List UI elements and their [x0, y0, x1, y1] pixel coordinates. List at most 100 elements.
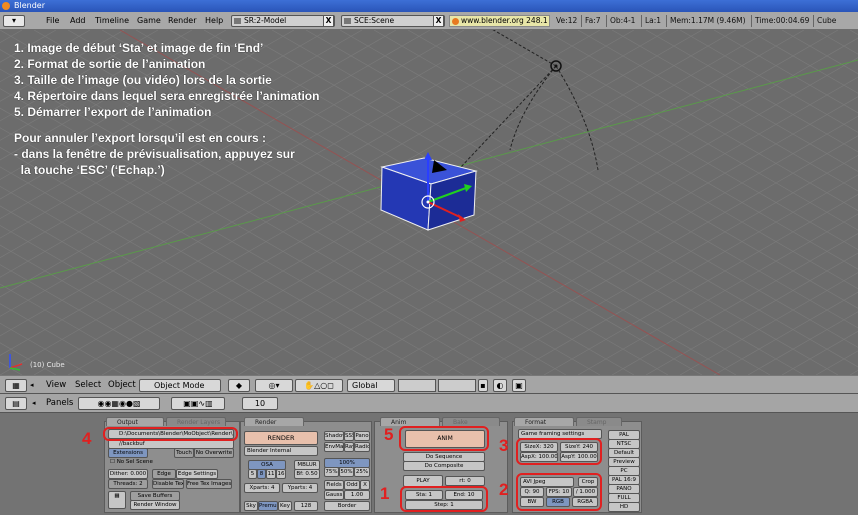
no-overwrite-toggle[interactable]: No Overwrite	[194, 448, 234, 458]
menu-add[interactable]: Add	[70, 12, 86, 30]
fields-toggle[interactable]: Fields	[324, 480, 344, 490]
menu-game[interactable]: Game	[137, 12, 161, 30]
axis-gizmo-icon	[9, 354, 23, 371]
x-toggle[interactable]: X	[360, 480, 370, 490]
render-icon[interactable]: ◐	[493, 379, 507, 392]
tab-stamp[interactable]: Stamp	[576, 417, 622, 426]
percent-75-button[interactable]: 75%	[324, 467, 339, 477]
disable-tex-toggle[interactable]: Disable Tex	[152, 479, 184, 489]
ray-toggle[interactable]: Ray	[344, 442, 354, 452]
context-buttons[interactable]: ◉◉▦◉●▧	[78, 397, 160, 410]
menu-object[interactable]: Object	[108, 376, 136, 395]
premul-toggle[interactable]: Premul	[258, 501, 278, 511]
menu-select[interactable]: Select	[75, 376, 101, 395]
osa-8-button[interactable]: 8	[257, 469, 266, 479]
tab-output[interactable]: Output	[106, 417, 164, 426]
window-type-button[interactable]: ▾	[3, 15, 25, 27]
pano-toggle[interactable]: Pano	[354, 431, 370, 441]
cancel-line-1: - dans la fenêtre de prévisualisation, a…	[14, 147, 295, 161]
extensions-toggle[interactable]: Extensions	[108, 448, 148, 458]
do-composite-toggle[interactable]: Do Composite	[403, 461, 485, 471]
cancel-title: Pour annuler l’export lorsqu’il est en c…	[14, 131, 267, 145]
dither-field[interactable]: Dither: 0.000	[108, 469, 148, 479]
highlight-image-size	[516, 438, 602, 465]
viewport-object-label: (10) Cube	[30, 361, 65, 369]
threads-field[interactable]: Threads: 2	[108, 479, 148, 489]
tab-render-layers[interactable]: Render Layers	[166, 417, 226, 426]
window-titlebar: Blender	[0, 0, 858, 12]
buttons-window-header: ▤ ◂ Panels ◉◉▦◉●▧ ▣▣∿▥ 10	[0, 394, 858, 413]
tab-format[interactable]: Format	[514, 417, 574, 426]
stat-vertices: Ve:12	[556, 16, 578, 25]
sky-toggle[interactable]: Sky	[244, 501, 258, 511]
dispview-icon[interactable]: ▦	[108, 491, 126, 509]
key-value-field[interactable]: 128	[294, 501, 318, 511]
mode-selector[interactable]: Object Mode	[139, 379, 221, 392]
blender-url[interactable]: www.blender.org 248.1	[449, 15, 550, 27]
border-toggle[interactable]: Border	[324, 501, 370, 511]
free-tex-images-button[interactable]: Free Tex Images	[186, 479, 232, 489]
touch-toggle[interactable]: Touch	[174, 448, 194, 458]
stat-objects: Ob:4-1	[610, 16, 636, 25]
pivot-button[interactable]: ◎▾	[255, 379, 293, 392]
3d-viewport[interactable]: 1. Image de début ‘Sta’ et image de fin …	[0, 30, 858, 375]
scene-delete-button[interactable]: X	[433, 15, 444, 27]
collapse-arrow-icon[interactable]: ◂	[32, 394, 36, 413]
subcontext-buttons[interactable]: ▣▣∿▥	[171, 397, 225, 410]
osa-16-button[interactable]: 16	[276, 469, 286, 479]
instruction-3: 3. Taille de l’image (ou vidéo) lors de …	[14, 73, 272, 87]
yparts-field[interactable]: Yparts: 4	[282, 483, 318, 493]
envmap-toggle[interactable]: EnvMap	[324, 442, 344, 452]
percent-50-button[interactable]: 50%	[339, 467, 354, 477]
callout-4: 4	[82, 429, 92, 448]
render-button[interactable]: RENDER	[244, 431, 318, 445]
osa-11-button[interactable]: 11	[266, 469, 276, 479]
screen-delete-button[interactable]: X	[323, 15, 334, 27]
preset-hd[interactable]: HD	[608, 502, 640, 512]
xparts-field[interactable]: Xparts: 4	[244, 483, 280, 493]
manipulator-buttons[interactable]: ✋△○◻	[295, 379, 343, 392]
gauss-value-field[interactable]: 1.00	[344, 490, 370, 500]
instruction-4: 4. Répertoire dans lequel sera enregistr…	[14, 89, 320, 103]
frame-number-field[interactable]: 10	[242, 397, 278, 410]
info-header: ▾ File Add Timeline Game Render Help SR:…	[0, 12, 858, 30]
shadow-toggle[interactable]: Shadow	[324, 431, 344, 441]
key-toggle[interactable]: Key	[278, 501, 292, 511]
lock-icon[interactable]: ▪	[478, 379, 488, 392]
no-sel-scene-checkbox[interactable]: ☐ No Sel Scene	[110, 459, 153, 465]
buttons-area: Output Render Layers D:\Documents\Blende…	[0, 413, 858, 515]
menu-help[interactable]: Help	[205, 12, 223, 30]
tab-render[interactable]: Render	[244, 417, 304, 426]
radio-toggle[interactable]: Radio	[354, 442, 370, 452]
bf-field[interactable]: Bf: 0.50	[294, 469, 320, 479]
window-type-button[interactable]: ▤	[5, 397, 27, 410]
menu-timeline[interactable]: Timeline	[95, 12, 129, 30]
edge-toggle[interactable]: Edge	[152, 469, 176, 479]
menu-file[interactable]: File	[46, 12, 59, 30]
draw-type-button[interactable]: ◆	[228, 379, 250, 392]
tab-bake[interactable]: Bake	[442, 417, 500, 426]
menu-render[interactable]: Render	[168, 12, 196, 30]
render-engine-selector[interactable]: Blender Internal	[244, 446, 318, 456]
callout-3: 3	[499, 436, 509, 455]
layer-buttons-2[interactable]	[438, 379, 476, 392]
layer-buttons[interactable]	[398, 379, 436, 392]
osa-5-button[interactable]: 5	[248, 469, 257, 479]
transform-orientation-selector[interactable]: Global	[347, 379, 395, 392]
instruction-2: 2. Format de sortie de l’animation	[14, 57, 206, 71]
gauss-selector[interactable]: Gauss	[324, 490, 344, 500]
edge-settings-button[interactable]: Edge Settings	[176, 469, 218, 479]
percent-25-button[interactable]: 25%	[354, 467, 370, 477]
callout-2: 2	[499, 480, 509, 499]
sss-toggle[interactable]: SSS	[344, 431, 354, 441]
menu-view[interactable]: View	[46, 376, 66, 395]
render-window-selector[interactable]: Render Window	[130, 500, 180, 510]
odd-toggle[interactable]: Odd	[344, 480, 360, 490]
collapse-arrow-icon[interactable]: ◂	[30, 376, 34, 395]
rt-field[interactable]: rt: 0	[445, 476, 485, 486]
scene-selector[interactable]: SCE:Scene X	[341, 15, 445, 27]
stat-divider	[751, 15, 752, 27]
screen-selector[interactable]: SR:2-Model X	[231, 15, 335, 27]
window-type-button[interactable]: ▦	[5, 379, 27, 392]
camera-icon[interactable]: ▣	[512, 379, 526, 392]
